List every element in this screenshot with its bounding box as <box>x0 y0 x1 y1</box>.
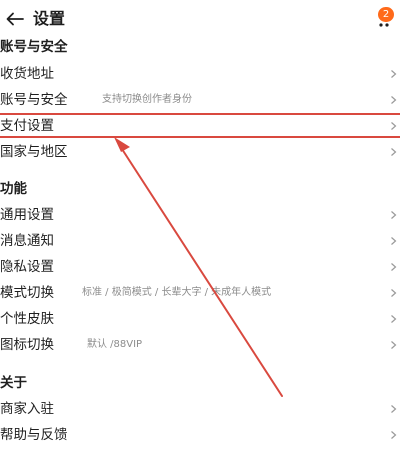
settings-item-merchant[interactable]: 商家入驻 <box>0 396 400 422</box>
chevron-right-icon <box>391 148 397 156</box>
item-label: 国家与地区 <box>0 144 68 160</box>
chevron-right-icon <box>391 122 397 130</box>
settings-item-notifications[interactable]: 消息通知 <box>0 228 400 254</box>
item-label: 图标切换 <box>0 337 54 353</box>
item-label: 个性皮肤 <box>0 311 54 327</box>
notification-badge: 2 <box>378 7 394 22</box>
item-label: 支付设置 <box>0 118 54 134</box>
item-label: 收货地址 <box>0 66 54 82</box>
settings-item-address[interactable]: 收货地址 <box>0 61 400 87</box>
section-title-account: 账号与安全 <box>0 39 68 55</box>
chevron-right-icon <box>391 289 397 297</box>
settings-item-region[interactable]: 国家与地区 <box>0 139 400 165</box>
settings-item-payment[interactable]: 支付设置 <box>0 113 400 139</box>
item-subtitle: 标准 / 极简模式 / 长辈大字 / 未成年人模式 <box>82 287 272 298</box>
settings-item-help[interactable]: 帮助与反馈 <box>0 422 400 448</box>
chevron-right-icon <box>391 96 397 104</box>
item-label: 模式切换 <box>0 285 54 301</box>
settings-item-mode-switch[interactable]: 模式切换 标准 / 极简模式 / 长辈大字 / 未成年人模式 <box>0 280 400 306</box>
item-label: 消息通知 <box>0 233 54 249</box>
settings-item-skin[interactable]: 个性皮肤 <box>0 306 400 332</box>
section-title-features: 功能 <box>0 181 27 197</box>
chevron-right-icon <box>391 341 397 349</box>
item-subtitle: 默认 /88VIP <box>87 339 143 350</box>
chevron-right-icon <box>391 70 397 78</box>
more-button[interactable]: 2 <box>372 4 398 34</box>
item-subtitle: 支持切换创作者身份 <box>102 94 192 105</box>
chevron-right-icon <box>391 315 397 323</box>
chevron-right-icon <box>391 211 397 219</box>
chevron-right-icon <box>391 237 397 245</box>
chevron-right-icon <box>391 405 397 413</box>
item-label: 帮助与反馈 <box>0 427 68 443</box>
settings-item-account-security[interactable]: 账号与安全 支持切换创作者身份 <box>0 87 400 113</box>
settings-item-general[interactable]: 通用设置 <box>0 202 400 228</box>
settings-item-icon-switch[interactable]: 图标切换 默认 /88VIP <box>0 332 400 358</box>
page-title: 设置 <box>33 9 66 28</box>
item-label: 账号与安全 <box>0 92 68 108</box>
item-label: 隐私设置 <box>0 259 54 275</box>
settings-item-privacy[interactable]: 隐私设置 <box>0 254 400 280</box>
chevron-right-icon <box>391 263 397 271</box>
back-arrow-icon[interactable] <box>4 8 26 30</box>
settings-screen: 设置 2 账号与安全 收货地址 账号与安全 支持切换创作者身份 支付设置 国家与… <box>0 0 400 457</box>
item-label: 通用设置 <box>0 207 54 223</box>
chevron-right-icon <box>391 431 397 439</box>
top-bar: 设置 2 <box>0 0 400 38</box>
section-title-about: 关于 <box>0 375 27 391</box>
item-label: 商家入驻 <box>0 401 54 417</box>
